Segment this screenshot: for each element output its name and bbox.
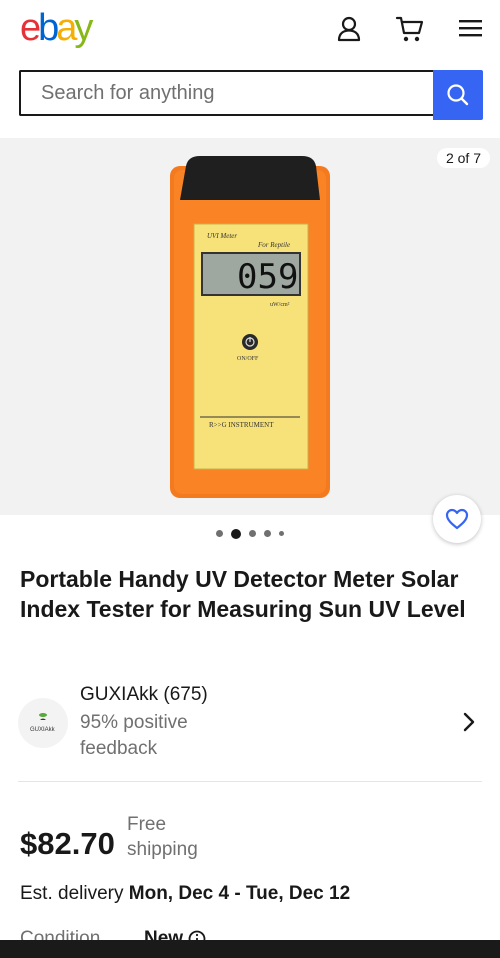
- carousel-indicator: [0, 525, 500, 541]
- product-title: Portable Handy UV Detector Meter Solar I…: [20, 566, 466, 622]
- divider: [18, 781, 482, 782]
- product-image[interactable]: UVI Meter For Reptile 059 uW/cm² ON/OFF …: [0, 138, 500, 515]
- search-bar: [19, 70, 483, 120]
- seller-avatar-text: GUXIAkk: [30, 727, 56, 733]
- logo-letter-y: y: [74, 7, 93, 49]
- item-price: $82.70: [20, 826, 115, 861]
- image-counter: 2 of 7: [436, 148, 490, 168]
- meter-sub-label: For Reptile: [257, 241, 290, 249]
- delivery-estimate: Est. delivery Mon, Dec 4 - Tue, Dec 12: [20, 883, 350, 905]
- shipping-info: Free shipping: [127, 814, 198, 860]
- ebay-logo[interactable]: ebay: [20, 7, 93, 50]
- search-button[interactable]: [433, 70, 483, 120]
- delivery-dates: Mon, Dec 4 - Tue, Dec 12: [128, 883, 351, 904]
- search-icon: [447, 84, 469, 106]
- header: ebay: [0, 0, 500, 60]
- power-label: ON/OFF: [237, 356, 259, 362]
- system-navigation-bar: [0, 940, 500, 958]
- meter-label: UVI Meter: [207, 232, 237, 240]
- logo-letter-e: e: [20, 7, 41, 49]
- product-gallery[interactable]: UVI Meter For Reptile 059 uW/cm² ON/OFF …: [0, 138, 500, 515]
- unit-label: uW/cm²: [270, 302, 290, 308]
- seller-avatar: GUXIAkk: [18, 698, 68, 748]
- cart-icon[interactable]: [395, 14, 425, 44]
- carousel-dot[interactable]: [279, 531, 284, 537]
- brand-label: R>>G INSTRUMENT: [209, 421, 274, 429]
- lcd-reading: 059: [237, 257, 298, 297]
- user-icon[interactable]: [334, 14, 364, 44]
- delivery-label: Est. delivery: [20, 883, 124, 904]
- logo-letter-b: b: [38, 7, 59, 49]
- seller-card[interactable]: GUXIAkk GUXIAkk (675) 95% positive feedb…: [18, 682, 484, 762]
- seller-feedback: 95% positive feedback: [80, 712, 188, 759]
- carousel-dot[interactable]: [216, 530, 223, 538]
- menu-icon[interactable]: [456, 14, 486, 44]
- carousel-dot-active[interactable]: [231, 528, 241, 539]
- chevron-right-icon[interactable]: [460, 710, 478, 734]
- logo-letter-a: a: [56, 7, 77, 49]
- seller-name[interactable]: GUXIAkk (675): [80, 684, 208, 706]
- search-input[interactable]: [19, 70, 433, 116]
- carousel-dot[interactable]: [264, 530, 271, 538]
- carousel-dot[interactable]: [249, 530, 256, 538]
